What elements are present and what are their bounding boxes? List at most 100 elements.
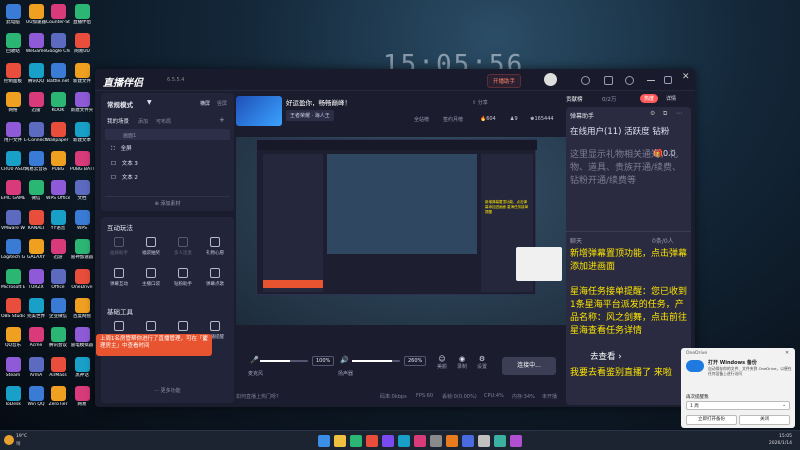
barrage-message[interactable]: 新增弹幕置顶功能，点击弹幕添加进画面: [570, 248, 687, 274]
desktop-icon[interactable]: ToDesk: [1, 386, 25, 407]
tool-item[interactable]: 多人连麦: [168, 237, 198, 256]
remind-select[interactable]: 1 周 ⌄: [686, 401, 790, 410]
desktop-icon[interactable]: AirMass: [46, 356, 70, 378]
settings-icon[interactable]: ⚙: [650, 110, 655, 117]
record-button[interactable]: ◉ 录制: [452, 355, 472, 370]
add-material-button[interactable]: ⊕ 添加素材: [105, 196, 230, 207]
desktop-icon[interactable]: 迅游: [46, 239, 70, 260]
desktop-icon[interactable]: Google Chrome: [46, 33, 70, 54]
close-icon[interactable]: ✕: [682, 72, 690, 82]
desktop-icon[interactable]: 百度网盘: [70, 298, 94, 319]
speaker-volume-slider[interactable]: [352, 360, 400, 362]
desktop-icon[interactable]: GALAXY: [24, 239, 48, 260]
desktop-icon[interactable]: Microsoft Edge: [1, 268, 25, 290]
maximize-icon[interactable]: [664, 76, 672, 84]
admin-tip-toast[interactable]: 上周1名房管帮你进行了直播管理，可在「管理房主」中查看时间 ✕: [96, 334, 212, 356]
desktop-icon[interactable]: 新建文件: [70, 62, 94, 84]
desktop-icon[interactable]: Office: [46, 268, 70, 290]
desktop-icon[interactable]: 雷电模拟器: [70, 327, 94, 348]
chat-icon[interactable]: [581, 76, 590, 85]
avatar[interactable]: [544, 73, 557, 86]
taskbar-app-icon[interactable]: [478, 435, 490, 447]
desktop-icon[interactable]: OneDrive: [70, 268, 94, 290]
desktop-icon[interactable]: ZeroTier: [46, 386, 70, 407]
desktop-icon[interactable]: OBS Studio: [1, 298, 25, 319]
settings-icon[interactable]: [625, 76, 634, 85]
banner-thumbnail[interactable]: [236, 96, 282, 126]
desktop-icon[interactable]: WPS Office: [46, 180, 70, 201]
desktop-icon[interactable]: Logitech G HUB: [1, 239, 25, 260]
scene-item[interactable]: ☐ 文本 3: [111, 159, 138, 167]
desktop-icon[interactable]: 微信: [24, 180, 48, 201]
desktop-icon[interactable]: QQ音乐: [1, 327, 25, 348]
close-icon[interactable]: ✕: [202, 336, 207, 343]
popout-icon[interactable]: ⧉: [663, 110, 667, 118]
scene-item[interactable]: ⛶ 全屏: [111, 144, 132, 153]
taskbar-app-icon[interactable]: [398, 435, 410, 447]
desktop-icon[interactable]: WPS: [70, 209, 94, 231]
add-icon[interactable]: +: [219, 116, 225, 124]
desktop-icon[interactable]: YY语音: [46, 209, 70, 231]
mode-selector[interactable]: 常规模式: [107, 99, 133, 109]
online-users-line[interactable]: 在线用户(11) 活跃度 钻粉: [570, 125, 687, 143]
desktop-icon[interactable]: UU加速器: [24, 4, 48, 25]
desktop-icon[interactable]: Counter-Strike 2: [46, 4, 70, 25]
tool-item[interactable]: 礼物心愿: [200, 237, 230, 256]
desktop-icon[interactable]: 网易云音乐: [24, 151, 48, 172]
microphone-icon[interactable]: 🎤: [250, 356, 259, 364]
desktop-icon[interactable]: 网络: [1, 92, 25, 113]
start-live-button[interactable]: 开播助手: [487, 74, 522, 88]
taskbar-app-icon[interactable]: [414, 435, 426, 447]
speaker-icon[interactable]: 🔊: [340, 356, 349, 364]
desktop-icon[interactable]: KANALI: [24, 209, 48, 231]
desktop-icon[interactable]: 黑神话: [70, 356, 94, 378]
desktop-icon[interactable]: 企业微信: [46, 298, 70, 319]
desktop-icon[interactable]: PUBG BATTLEGROUNDS: [70, 151, 94, 172]
stream-preview[interactable]: 新增弹幕置顶功能，点击弹幕添加进画面 星海任务接单提醒: [236, 137, 570, 325]
desktop-icon[interactable]: 控制面板: [1, 62, 25, 84]
open-backup-button[interactable]: 立即打开备份: [686, 415, 737, 425]
detail-link[interactable]: 详情: [666, 95, 676, 102]
mic-volume-slider[interactable]: [260, 360, 308, 362]
tool-item[interactable]: 主播口袋: [136, 268, 166, 287]
desktop-icon[interactable]: 腾讯QQ: [24, 62, 48, 84]
desktop-icon[interactable]: WeGame: [24, 33, 48, 54]
taskbar-app-icon[interactable]: [350, 435, 362, 447]
platform-rank[interactable]: 全站榜: [414, 116, 429, 123]
taskbar-app-icon[interactable]: [462, 435, 474, 447]
tool-item[interactable]: 画质助手: [104, 237, 134, 256]
desktop-icon[interactable]: 新建文件夹: [70, 92, 94, 113]
desktop-icon[interactable]: 文档: [70, 180, 94, 201]
weather-icon[interactable]: [4, 435, 14, 445]
share-button[interactable]: ⇪ 分享: [472, 99, 488, 106]
taskbar-time[interactable]: 15:05: [752, 434, 792, 439]
desktop-icon[interactable]: TURZX: [24, 268, 48, 290]
desktop-icon[interactable]: Acme: [24, 327, 48, 348]
beauty-button[interactable]: ☺ 美颜: [432, 355, 452, 370]
scene-item-selected[interactable]: 画面1: [105, 129, 230, 140]
tab-portrait[interactable]: 竖屏: [217, 100, 227, 107]
desktop-icon[interactable]: 迅雷: [24, 92, 48, 113]
barrage-message[interactable]: 我要去看鉴别直播了 来啦: [570, 367, 687, 380]
tool-item[interactable]: 钻粉助手: [168, 268, 198, 287]
close-button[interactable]: 关闭: [739, 415, 790, 425]
taskbar-app-icon[interactable]: [494, 435, 506, 447]
close-icon[interactable]: ✕: [785, 350, 789, 356]
taskbar-app-icon[interactable]: [510, 435, 522, 447]
desktop-icon[interactable]: 腾讯会议: [46, 327, 70, 348]
desktop-icon[interactable]: 网易: [70, 386, 94, 407]
minimize-icon[interactable]: [647, 80, 655, 81]
desktop-icon[interactable]: 此电脑: [1, 4, 25, 25]
desktop-icon[interactable]: KOOK: [46, 92, 70, 113]
desktop-icon[interactable]: PUBG: [46, 151, 70, 172]
view-task-link[interactable]: 去查看 ›: [588, 350, 624, 362]
start-icon[interactable]: [318, 435, 330, 447]
taskbar-app-icon[interactable]: [382, 435, 394, 447]
taskbar-app-icon[interactable]: [334, 435, 346, 447]
desktop-icon[interactable]: ArmA: [24, 356, 48, 378]
list-icon[interactable]: [604, 76, 613, 85]
scene-item[interactable]: ☐ 文本 2: [111, 173, 138, 181]
desktop-icon[interactable]: Wallpaper Engine: [46, 121, 70, 143]
desktop-icon[interactable]: 直播伴侣: [70, 4, 94, 25]
taskbar-date[interactable]: 2026/1/14: [752, 441, 792, 446]
